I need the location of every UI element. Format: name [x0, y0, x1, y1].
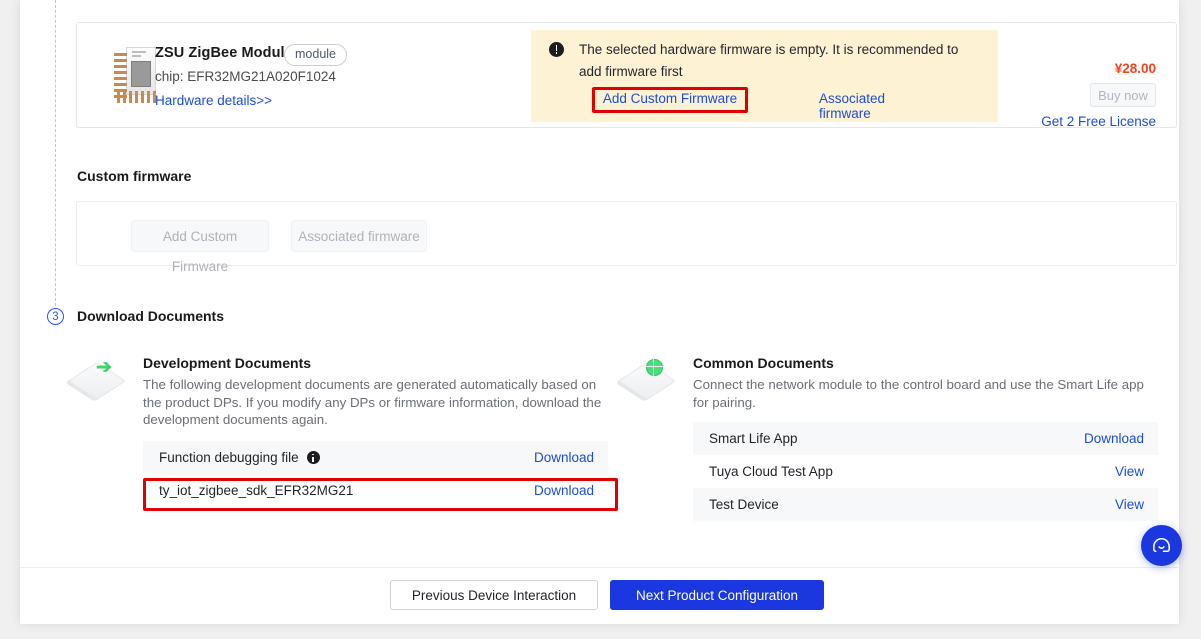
hardware-module-card: ZSU ZigBee Module module chip: EFR32MG21… — [76, 22, 1177, 129]
list-item-label: Test Device — [709, 497, 779, 512]
module-price: ¥28.00 — [1114, 61, 1156, 76]
list-item-label: ty_iot_zigbee_sdk_EFR32MG21 — [159, 483, 353, 498]
associated-firmware-link[interactable]: Associated firmware — [819, 91, 885, 121]
buy-now-button[interactable]: Buy now — [1090, 83, 1156, 107]
list-item[interactable]: ty_iot_zigbee_sdk_EFR32MG21 Download — [143, 474, 608, 507]
list-item[interactable]: Test Device View — [693, 488, 1158, 521]
step-3-badge: 3 — [47, 308, 64, 325]
list-item-text: Test Device — [709, 497, 779, 512]
download-link[interactable]: Download — [534, 483, 594, 498]
list-item-label: Function debugging file — [159, 450, 320, 465]
development-documents-list: Function debugging file Download ty_iot_… — [143, 441, 608, 507]
next-step-button[interactable]: Next Product Configuration — [610, 580, 824, 610]
common-documents-description: Connect the network module to the contro… — [693, 377, 1144, 410]
view-link[interactable]: View — [1115, 464, 1144, 479]
info-icon[interactable] — [306, 451, 320, 464]
module-type-tag: module — [284, 44, 347, 66]
common-documents-icon — [617, 354, 678, 400]
exclamation-circle-icon — [549, 42, 564, 57]
list-item-text: ty_iot_zigbee_sdk_EFR32MG21 — [159, 483, 354, 498]
common-documents-list: Smart Life App Download Tuya Cloud Test … — [693, 422, 1158, 521]
list-item-text: Smart Life App — [709, 431, 798, 446]
zigbee-module-photo — [101, 45, 156, 103]
step-connector-line — [55, 0, 56, 306]
product-configuration-page: ZSU ZigBee Module module chip: EFR32MG21… — [20, 0, 1179, 624]
list-item-label: Smart Life App — [709, 431, 798, 446]
list-item-label: Tuya Cloud Test App — [709, 464, 833, 479]
associated-firmware-button[interactable]: Associated firmware — [291, 220, 427, 252]
headset-chat-icon — [1153, 538, 1170, 553]
common-documents-title: Common Documents — [693, 355, 834, 371]
download-link[interactable]: Download — [534, 450, 594, 465]
get-free-license-link[interactable]: Get 2 Free License — [1041, 114, 1156, 129]
list-item[interactable]: Tuya Cloud Test App View — [693, 455, 1158, 488]
support-chat-button[interactable] — [1141, 525, 1182, 566]
development-documents-title: Development Documents — [143, 355, 312, 371]
list-item-text: Function debugging file — [159, 450, 299, 465]
footer-divider — [20, 567, 1179, 568]
list-item-text: Tuya Cloud Test App — [709, 464, 833, 479]
development-documents-icon: ➔ — [67, 354, 128, 400]
development-documents-description: The following development documents are … — [143, 377, 602, 427]
custom-firmware-panel: Add Custom Firmware Associated firmware — [76, 201, 1177, 274]
download-documents-heading: Download Documents — [77, 308, 225, 324]
module-name: ZSU ZigBee Module — [155, 45, 293, 61]
module-chip-label: chip: EFR32MG21A020F1024 — [155, 69, 336, 84]
previous-step-button[interactable]: Previous Device Interaction — [390, 580, 598, 610]
view-link[interactable]: View — [1115, 497, 1144, 512]
add-custom-firmware-button[interactable]: Add Custom Firmware — [131, 220, 269, 274]
add-custom-firmware-link[interactable]: Add Custom Firmware — [579, 91, 761, 106]
download-link[interactable]: Download — [1084, 431, 1144, 446]
custom-firmware-heading: Custom firmware — [77, 168, 192, 184]
firmware-warning-banner: The selected hardware firmware is empty.… — [531, 30, 998, 122]
list-item[interactable]: Function debugging file Download — [143, 441, 608, 474]
hardware-details-link[interactable]: Hardware details>> — [155, 93, 272, 108]
warning-message: The selected hardware firmware is empty.… — [579, 42, 959, 79]
list-item[interactable]: Smart Life App Download — [693, 422, 1158, 455]
